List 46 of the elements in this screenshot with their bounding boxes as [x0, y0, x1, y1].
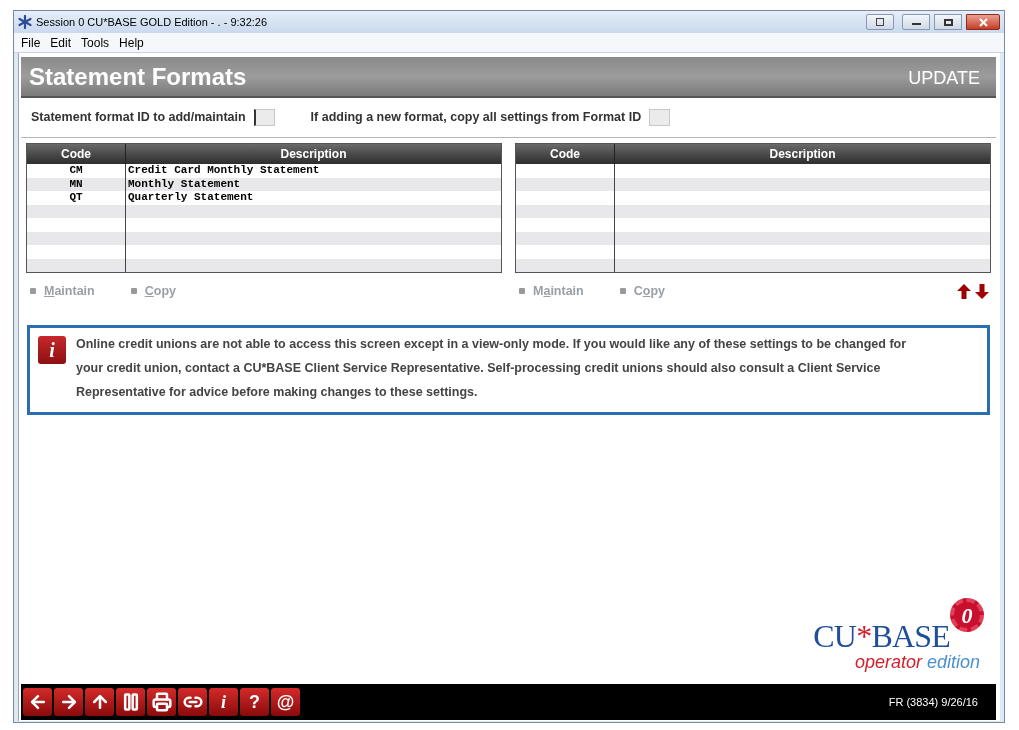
menu-item[interactable]: File [21, 33, 41, 52]
table-cell: QT [69, 191, 83, 205]
toolbar-button[interactable] [147, 688, 176, 716]
field-label: If adding a new format, copy all settings from Format ID [310, 109, 642, 127]
restore-icon[interactable] [866, 14, 894, 30]
gear-badge: 0 [950, 598, 984, 632]
arrow-up-icon[interactable] [957, 283, 971, 299]
table-cell: Credit Card Monthly Statement [128, 164, 320, 178]
maximize-icon[interactable] [934, 14, 962, 30]
column-header: Description [768, 146, 837, 163]
input-field[interactable] [649, 109, 671, 126]
status-text: FR (3834) 9/26/16 [888, 694, 978, 710]
info-text: Online credit unions are not able to access this screen except in a view-only mode. If you would like any of these settings to be changed for your credit union, contact a CU*BASE Client Service Representative. Self-processing credit unions should also consult a Client Service Representative for advice before making changes to these settings. [76, 335, 908, 401]
logo-text: CU*BASE [813, 620, 950, 652]
bullet-icon [519, 288, 525, 295]
bullet-icon [30, 288, 36, 295]
toolbar-button[interactable] [54, 688, 83, 716]
field-label: Statement format ID to add/maintain [31, 109, 246, 127]
input-field[interactable] [253, 109, 275, 126]
bullet-icon [130, 288, 137, 295]
mode-label: UPDATE [908, 67, 980, 90]
info-icon: i [38, 335, 66, 364]
toolbar-button[interactable] [23, 688, 52, 716]
bullet-icon [619, 288, 626, 295]
toolbar-button[interactable] [178, 688, 207, 716]
printer-icon [151, 692, 172, 712]
table-cell: CM [69, 164, 83, 178]
menu-item[interactable]: Help [119, 33, 144, 52]
close-icon[interactable] [966, 14, 1000, 30]
table-cell: Quarterly Statement [128, 191, 254, 205]
toolbar-button[interactable]: i [209, 688, 238, 716]
window-title: Session 0 CU*BASE GOLD Edition - . - 9:32:26 [36, 14, 268, 30]
table-cell: MN [69, 177, 83, 191]
toolbar-button[interactable] [116, 688, 145, 716]
app-icon [18, 15, 32, 29]
logo-subtitle: operator edition [854, 652, 980, 672]
toolbar-button[interactable] [85, 688, 114, 716]
menu-item[interactable]: Tools [81, 33, 110, 52]
toolbar-button[interactable]: ? [240, 688, 269, 716]
minimize-icon[interactable] [902, 14, 930, 30]
toolbar-button[interactable]: @ [271, 688, 300, 716]
column-header: Description [279, 146, 348, 163]
arrow-down-icon[interactable] [975, 283, 989, 299]
page-title: Statement Formats [29, 61, 247, 92]
menu-item[interactable]: Edit [50, 33, 72, 52]
table-cell: Monthly Statement [128, 177, 241, 191]
